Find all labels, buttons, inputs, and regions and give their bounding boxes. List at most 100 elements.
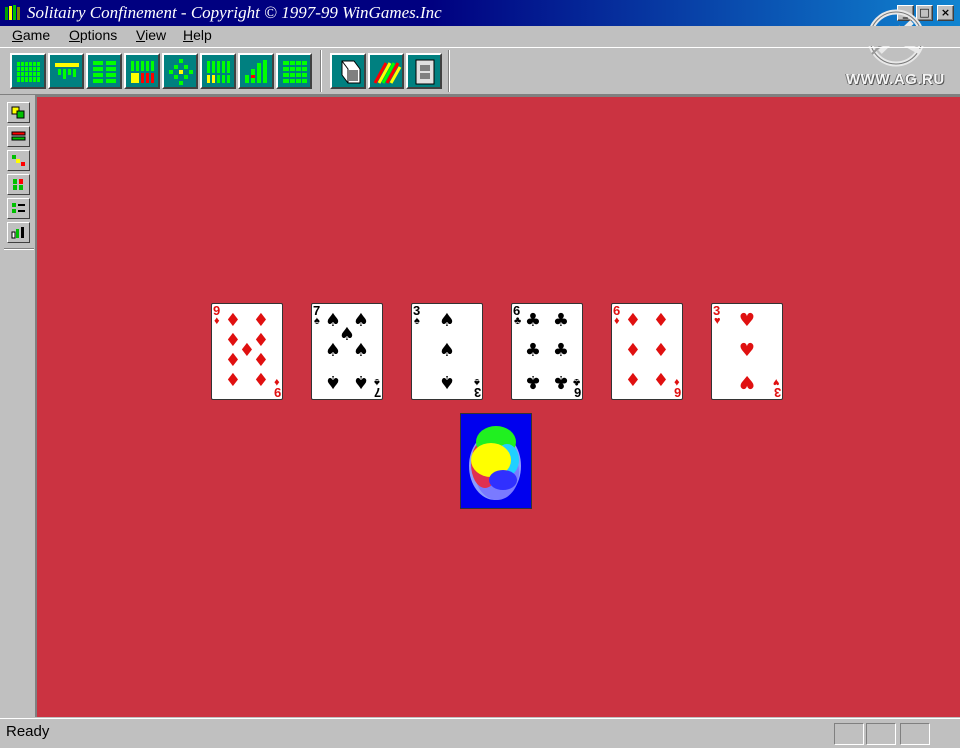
layout-rows-icon <box>283 60 307 84</box>
stats-button[interactable] <box>7 222 30 243</box>
stats-icon <box>11 227 24 239</box>
club-pip-icon: ♣ <box>552 310 570 331</box>
spade-pip-icon: ♠ <box>352 340 370 361</box>
card-6-diamonds[interactable]: 6 ♦ ♦ ♦ ♦ ♦ ♦ ♦ ♦ 6 <box>611 303 683 400</box>
club-pip-icon: ♣ <box>524 371 542 392</box>
game-table[interactable]: 9 ♦ ♦ ♦ ♦ ♦ ♦ ♦ ♦ ♦ ♦ ♦ 9 7 ♠ ♠ ♠ ♠ ♠ ♠ … <box>35 95 960 717</box>
diamond-pip-icon: ♦ <box>624 310 642 331</box>
layout-mixed-icon <box>131 61 154 83</box>
layout-8-button[interactable] <box>276 53 312 89</box>
card-suit: ♥ <box>714 315 721 327</box>
card-rank: 9 <box>273 385 281 400</box>
layout-columns-icon <box>207 61 230 83</box>
club-pip-icon: ♣ <box>524 310 542 331</box>
card-rank: 6 <box>573 385 581 400</box>
spade-pip-icon: ♠ <box>438 371 456 392</box>
card-rank: 3 <box>473 385 481 400</box>
toolbar-separator-2 <box>448 50 450 92</box>
diamond-pip-icon: ♦ <box>652 370 670 391</box>
deal-icon <box>341 60 361 84</box>
layout-3-button[interactable] <box>86 53 122 89</box>
club-pip-icon: ♣ <box>552 340 570 361</box>
diamond-pip-icon: ♦ <box>252 370 270 391</box>
card-suit: ♦ <box>614 315 620 327</box>
card-back-icon <box>415 59 435 85</box>
columns-icon <box>13 179 23 190</box>
connect-button[interactable] <box>7 150 30 171</box>
connect-icon <box>12 155 25 166</box>
layout-pyramid-icon <box>55 63 79 79</box>
card-suit: ♣ <box>514 315 522 327</box>
layout-blocks-icon <box>93 61 116 83</box>
spade-pip-icon: ♠ <box>324 371 342 392</box>
card-3-spades[interactable]: 3 ♠ ♠ ♠ ♠ ♠ 3 <box>411 303 483 400</box>
layout-5-button[interactable] <box>162 53 198 89</box>
layout-6-button[interactable] <box>200 53 236 89</box>
card-back-art-icon <box>469 426 521 500</box>
title-bar[interactable]: Solitairy Confinement - Copyright © 1997… <box>0 0 960 26</box>
rows-button[interactable] <box>7 126 30 147</box>
deal-button[interactable] <box>330 53 366 89</box>
diamond-pip-icon: ♦ <box>252 350 270 371</box>
status-text: Ready <box>6 723 50 740</box>
sort-button[interactable] <box>7 102 30 123</box>
card-rank: 6 <box>673 385 681 400</box>
club-pip-icon: ♣ <box>552 371 570 392</box>
menu-options[interactable]: Options <box>69 27 117 43</box>
card-6-clubs[interactable]: 6 ♣ ♣ ♣ ♣ ♣ ♣ ♣ ♣ 6 <box>511 303 583 400</box>
spade-pip-icon: ♠ <box>438 310 456 331</box>
layout-2-button[interactable] <box>48 53 84 89</box>
diamond-pip-icon: ♦ <box>624 370 642 391</box>
status-pane <box>866 723 896 745</box>
menu-bar: Game Options View Help <box>0 26 960 46</box>
list-icon <box>12 203 25 213</box>
layout-4-button[interactable] <box>124 53 160 89</box>
layout-7-button[interactable] <box>238 53 274 89</box>
menu-view[interactable]: View <box>136 27 166 43</box>
columns-button[interactable] <box>7 174 30 195</box>
heart-pip-icon: ♥ <box>738 371 756 392</box>
card-7-spades[interactable]: 7 ♠ ♠ ♠ ♠ ♠ ♠ ♠ ♠ ♠ 7 <box>311 303 383 400</box>
status-pane <box>834 723 864 745</box>
list-button[interactable] <box>7 198 30 219</box>
card-back-button[interactable] <box>406 53 442 89</box>
rows-icon <box>11 131 26 141</box>
menu-game[interactable]: Game <box>12 27 50 43</box>
fan-cards-button[interactable] <box>368 53 404 89</box>
menu-game-rest: ame <box>22 27 51 43</box>
diamond-pip-icon: ♦ <box>224 370 242 391</box>
spade-pip-icon: ♠ <box>324 340 342 361</box>
app-icon <box>5 5 20 20</box>
diamond-pip-icon: ♦ <box>224 350 242 371</box>
side-toolbar <box>4 98 34 718</box>
layout-stairs-icon <box>245 60 267 83</box>
heart-pip-icon: ♥ <box>738 340 756 361</box>
toolbar-separator <box>320 50 322 92</box>
menu-view-rest: iew <box>145 27 167 43</box>
layout-grid-icon <box>16 62 42 82</box>
cards-fan-icon <box>373 62 402 84</box>
layout-1-button[interactable] <box>10 53 46 89</box>
card-suit: ♠ <box>414 315 420 327</box>
sort-icon <box>11 106 25 119</box>
card-9-diamonds[interactable]: 9 ♦ ♦ ♦ ♦ ♦ ♦ ♦ ♦ ♦ ♦ ♦ 9 <box>211 303 283 400</box>
club-pip-icon: ♣ <box>524 340 542 361</box>
diamond-pip-icon: ♦ <box>652 340 670 361</box>
card-rank: 3 <box>773 385 781 400</box>
layout-diamond-icon <box>169 59 193 85</box>
status-pane <box>900 723 930 745</box>
menu-help-rest: elp <box>193 27 212 43</box>
diamond-pip-icon: ♦ <box>224 310 242 331</box>
side-toolbar-separator <box>4 248 34 250</box>
status-bar: Ready <box>0 718 960 748</box>
diamond-pip-icon: ♦ <box>624 340 642 361</box>
stock-pile[interactable] <box>460 413 532 509</box>
heart-pip-icon: ♥ <box>738 310 756 331</box>
diamond-pip-icon: ♦ <box>252 310 270 331</box>
card-suit: ♦ <box>214 315 220 327</box>
card-rank: 7 <box>373 385 381 400</box>
menu-help[interactable]: Help <box>183 27 212 43</box>
card-3-hearts[interactable]: 3 ♥ ♥ ♥ ♥ ♥ 3 <box>711 303 783 400</box>
window-title: Solitairy Confinement - Copyright © 1997… <box>27 3 442 22</box>
spade-pip-icon: ♠ <box>438 340 456 361</box>
